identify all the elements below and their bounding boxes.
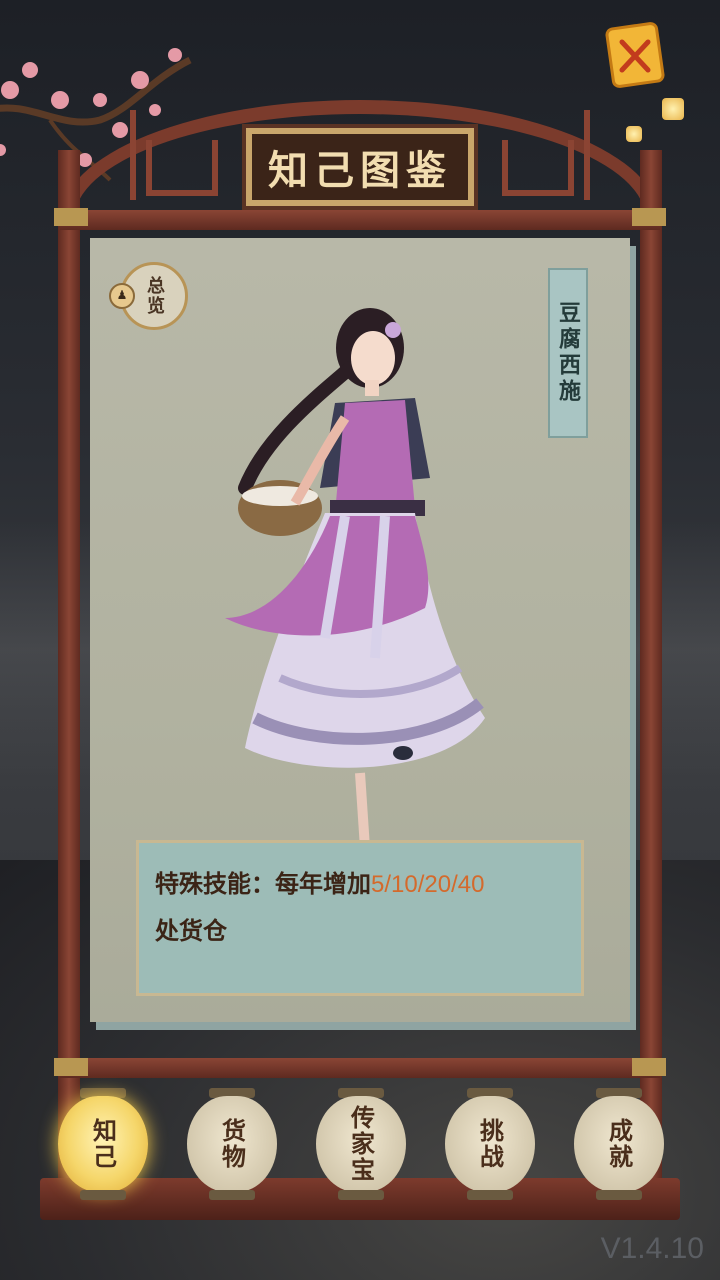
tab-zhiji[interactable]: 知己 [58, 1088, 148, 1200]
lantern-body: 知己 [58, 1096, 148, 1192]
skill-line: 特殊技能：每年增加5/10/20/40 [155, 861, 565, 908]
frame-beam-bottom [60, 1058, 660, 1078]
frame-pillar-right [640, 150, 662, 1180]
version-label: V1.4.10 [600, 1232, 704, 1265]
tab-achievement[interactable]: 成就 [574, 1088, 664, 1200]
lantern-body: 传家宝 [316, 1096, 406, 1192]
frame-corner-ornament [632, 1058, 666, 1076]
skill-description: 特殊技能：每年增加5/10/20/40 处货仓 [136, 840, 584, 996]
tab-label: 货物 [217, 1118, 247, 1170]
overview-label: 总览 [144, 276, 165, 316]
frame-corner-ornament [54, 1058, 88, 1076]
lantern-body: 挑战 [445, 1096, 535, 1192]
character-panel: ♟ 总览 豆腐西施 特殊技能：每年增加5/10/20/40 处货仓 [90, 238, 630, 1022]
tab-label: 成就 [604, 1118, 634, 1170]
tab-goods[interactable]: 货物 [187, 1088, 277, 1200]
page-title: 知己图鉴 [268, 147, 452, 194]
lantern-cap [80, 1190, 126, 1200]
tab-heirloom[interactable]: 传家宝 [316, 1088, 406, 1200]
skill-values: 5/10/20/40 [371, 871, 485, 898]
lantern-body: 成就 [574, 1096, 664, 1192]
lantern-cap [467, 1190, 513, 1200]
tab-label: 挑战 [475, 1118, 505, 1170]
person-icon: ♟ [109, 283, 135, 309]
lantern-cap [596, 1190, 642, 1200]
character-name: 豆腐西施 [555, 301, 581, 405]
lantern-body: 货物 [187, 1096, 277, 1192]
frame-corner-ornament [54, 208, 88, 226]
overview-button[interactable]: ♟ 总览 [109, 262, 188, 330]
skill-label: 特殊技能：每年增加 [155, 869, 371, 898]
close-lantern-icon[interactable] [604, 22, 666, 92]
tab-challenge[interactable]: 挑战 [445, 1088, 535, 1200]
tab-label: 传家宝 [346, 1105, 376, 1183]
skill-suffix: 处货仓 [155, 916, 227, 945]
character-name-scroll: 豆腐西施 [548, 268, 588, 438]
tab-label: 知己 [88, 1118, 118, 1170]
character-portrait [225, 308, 485, 864]
frame-pillar-left [58, 150, 80, 1180]
title-plaque: 知己图鉴 [246, 128, 474, 206]
lantern-cap [338, 1190, 384, 1200]
lantern-cap [209, 1190, 255, 1200]
frame-corner-ornament [632, 208, 666, 226]
bottom-tab-bar: 知己 货物 传家宝 挑战 成就 [58, 1088, 668, 1208]
frame-beam-top [60, 210, 660, 230]
